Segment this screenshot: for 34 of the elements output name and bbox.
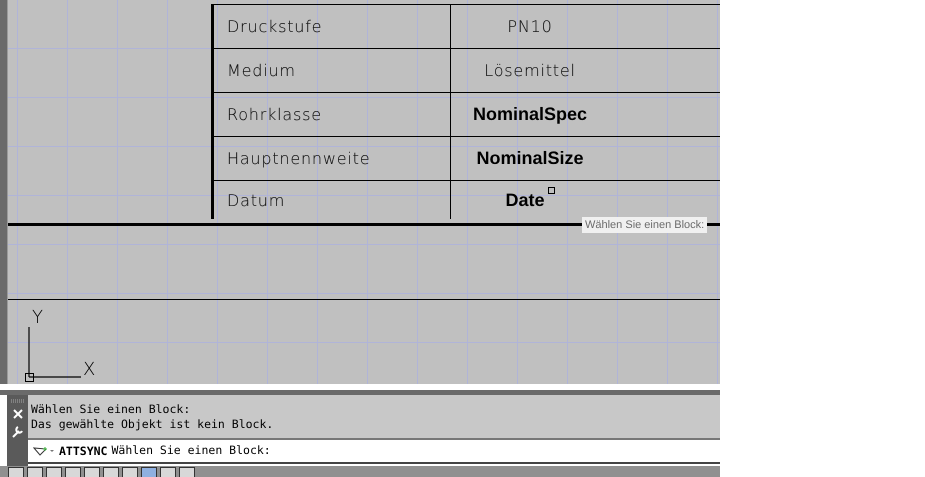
status-toggle-icon[interactable] bbox=[8, 467, 24, 477]
table-label: Medium bbox=[227, 61, 296, 80]
status-toggle-icon[interactable] bbox=[179, 467, 195, 477]
axis-label: X bbox=[83, 361, 96, 379]
grip-icon[interactable] bbox=[548, 187, 554, 194]
drawing-canvas[interactable]: Druckstufe PN10 Medium Lösemittel Rohrklasse NominalSpec Hauptnennweite NominalSize Datum Date Wählen Sie einen Block: Y X bbox=[8, 0, 720, 384]
table-label: Datum bbox=[227, 190, 286, 210]
status-toggle-icon[interactable] bbox=[84, 467, 100, 477]
grip-handle-icon[interactable] bbox=[10, 398, 26, 403]
status-toggle-icon[interactable] bbox=[27, 467, 43, 477]
table-label: Druckstufe bbox=[227, 17, 322, 36]
command-icon[interactable] bbox=[33, 444, 55, 457]
history-line: Wählen Sie einen Block: bbox=[31, 402, 192, 417]
status-toggle-icon[interactable] bbox=[160, 467, 176, 477]
tooltip: Wählen Sie einen Block: bbox=[582, 217, 708, 233]
command-prompt: Wählen Sie einen Block: bbox=[111, 443, 271, 458]
wrench-icon[interactable] bbox=[11, 424, 24, 438]
status-toggle-icon[interactable] bbox=[122, 467, 138, 477]
close-icon[interactable] bbox=[12, 408, 22, 419]
table-value: PN10 bbox=[507, 17, 553, 36]
attribute-field: NominalSize bbox=[476, 148, 584, 169]
table-label: Hauptnennweite bbox=[227, 149, 370, 168]
table-label: Rohrklasse bbox=[227, 105, 322, 124]
axis-label: Y bbox=[32, 309, 43, 327]
attribute-field: Date bbox=[505, 190, 544, 210]
attribute-field: NominalSpec bbox=[472, 104, 588, 125]
table-value: Lösemittel bbox=[484, 61, 576, 80]
status-toggle-icon[interactable] bbox=[141, 467, 157, 477]
status-toggle-icon[interactable] bbox=[46, 467, 62, 477]
ucs-icon bbox=[25, 327, 83, 384]
status-toggle-icon[interactable] bbox=[65, 467, 81, 477]
command-name: ATTSYNC bbox=[59, 444, 108, 458]
status-toggle-icon[interactable] bbox=[103, 467, 119, 477]
history-line: Das gewählte Objekt ist kein Block. bbox=[31, 416, 274, 432]
